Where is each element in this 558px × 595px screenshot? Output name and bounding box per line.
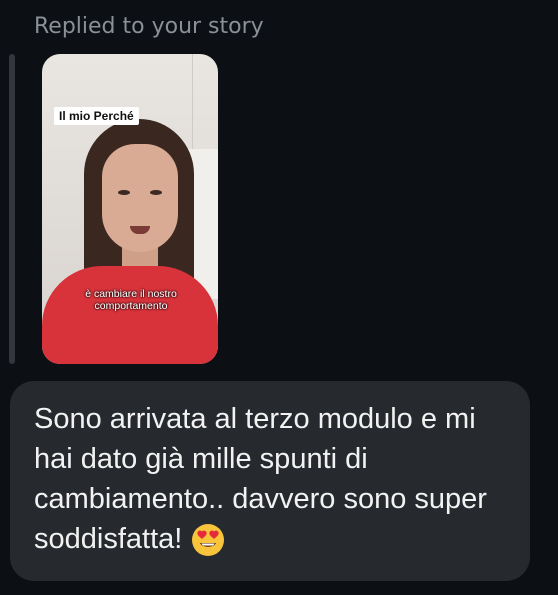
story-eye-left <box>118 190 130 195</box>
story-thumbnail[interactable]: Il mio Perché è cambiare il nostro compo… <box>42 54 218 364</box>
reply-label: Replied to your story <box>34 14 264 39</box>
story-eye-right <box>150 190 162 195</box>
story-caption-title: Il mio Perché <box>54 107 139 125</box>
message-bubble[interactable]: Sono arrivata al terzo modulo e mi hai d… <box>10 381 530 581</box>
story-person-face <box>102 144 178 252</box>
message-text: Sono arrivata al terzo modulo e mi hai d… <box>34 403 487 555</box>
message-text-container: Sono arrivata al terzo modulo e mi hai d… <box>34 399 514 559</box>
story-caption-subtitle: è cambiare il nostro comportamento <box>85 288 177 312</box>
heart-eyes-emoji-icon <box>190 522 226 558</box>
reply-quote-bar <box>9 54 15 364</box>
story-person-shirt <box>42 266 218 364</box>
story-mouth <box>130 226 150 234</box>
